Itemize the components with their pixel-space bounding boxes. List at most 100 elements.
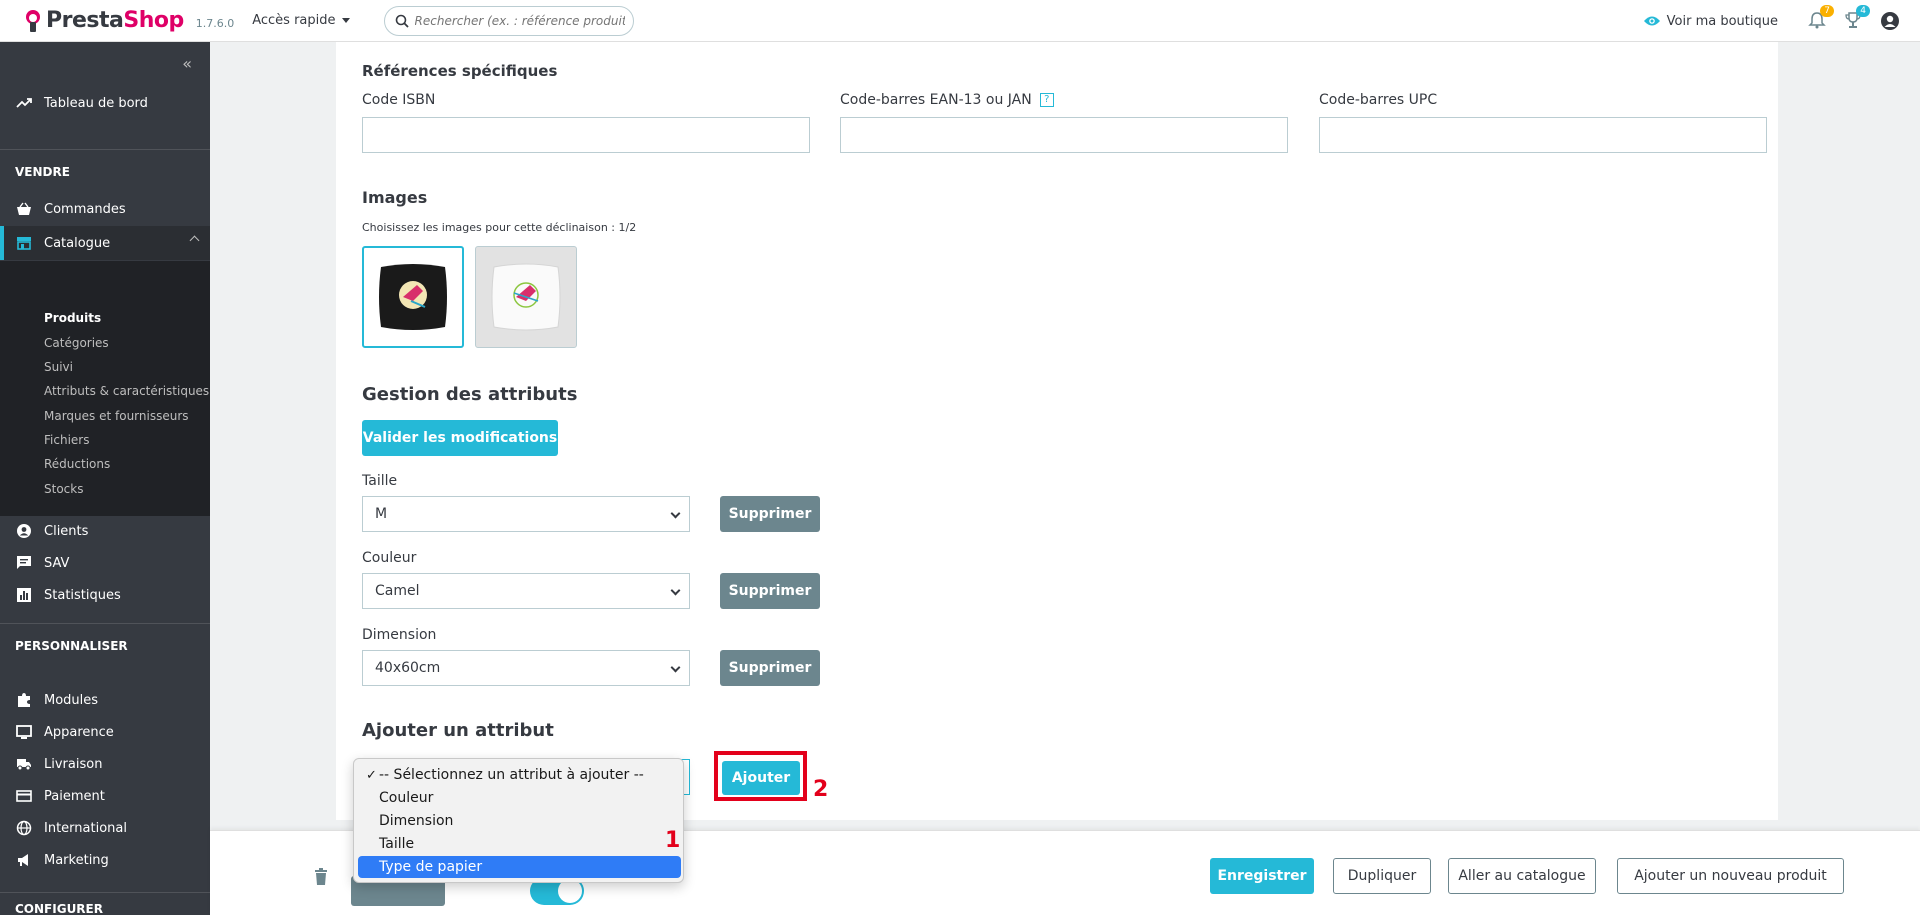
sidebar-item-catalog[interactable]: Catalogue (0, 226, 210, 260)
sidebar-item-customers[interactable]: Clients (0, 516, 210, 546)
trophy-button[interactable]: 4 (1844, 5, 1870, 31)
isbn-input[interactable] (362, 117, 810, 153)
dimension-select-value: 40x60cm (375, 660, 441, 676)
submenu-tracking[interactable]: Suivi (44, 360, 73, 374)
search-input[interactable] (414, 13, 625, 28)
sidebar-item-payment[interactable]: Paiement (0, 781, 210, 811)
submenu-files[interactable]: Fichiers (44, 433, 89, 447)
puzzle-icon (16, 692, 32, 708)
sidebar-item-label: Statistiques (44, 587, 121, 603)
upc-label: Code-barres UPC (1319, 92, 1438, 108)
prestashop-logo[interactable]: PrestaShop 1.7.6.0 (24, 8, 234, 34)
size-select-value: M (375, 506, 388, 522)
images-subtitle: Choisissez les images pour cette déclina… (362, 221, 637, 234)
add-attribute-options-list: ✓ -- Sélectionnez un attribut à ajouter … (353, 758, 684, 883)
delete-color-button[interactable]: Supprimer (720, 573, 820, 609)
sidebar-item-label: Apparence (44, 724, 114, 740)
sidebar-item-label: Paiement (44, 788, 105, 804)
submenu-attributes[interactable]: Attributs & caractéristiques (44, 384, 209, 398)
trash-icon[interactable] (314, 868, 328, 886)
chevron-down-icon (670, 585, 681, 596)
delete-size-button[interactable]: Supprimer (720, 496, 820, 532)
megaphone-icon (16, 852, 32, 868)
truck-icon (16, 756, 32, 772)
sidebar-item-label: Clients (44, 523, 89, 539)
view-shop-label: Voir ma boutique (1666, 13, 1778, 29)
collapse-sidebar-icon[interactable]: « (182, 54, 192, 73)
help-icon[interactable]: ? (1039, 93, 1054, 107)
sidebar-item-shipping[interactable]: Livraison (0, 749, 210, 779)
annotation-step-2: 2 (813, 777, 829, 802)
option-color[interactable]: Couleur (358, 787, 681, 809)
chevron-down-icon (670, 662, 681, 673)
attribute-label-dimension: Dimension (362, 627, 437, 643)
search-icon (395, 14, 409, 28)
annotation-highlight-box (714, 751, 807, 801)
eye-icon (1643, 16, 1660, 26)
submenu-stocks[interactable]: Stocks (44, 482, 83, 496)
dimension-select[interactable]: 40x60cm (362, 650, 690, 686)
puffin-logo-icon (24, 8, 42, 34)
duplicate-button[interactable]: Dupliquer (1333, 858, 1431, 894)
chevron-down-icon (670, 508, 681, 519)
checkmark-icon: ✓ (366, 767, 377, 783)
user-icon (1881, 12, 1899, 30)
option-paper-type[interactable]: Type de papier (358, 856, 681, 878)
delete-dimension-button[interactable]: Supprimer (720, 650, 820, 686)
section-personalize-title: PERSONNALISER (15, 639, 128, 653)
submenu-discounts[interactable]: Réductions (44, 457, 110, 471)
option-placeholder[interactable]: ✓ -- Sélectionnez un attribut à ajouter … (358, 764, 681, 786)
sidebar-item-international[interactable]: International (0, 813, 210, 843)
sidebar-item-label: Modules (44, 692, 99, 708)
sidebar-divider (0, 149, 210, 150)
sidebar-item-stats[interactable]: Statistiques (0, 580, 210, 610)
user-circle-icon (16, 523, 32, 539)
attribute-label-color: Couleur (362, 550, 417, 566)
sidebar-item-modules[interactable]: Modules (0, 685, 210, 715)
go-to-catalog-button[interactable]: Aller au catalogue (1448, 858, 1596, 894)
white-pillow-image (491, 263, 561, 331)
account-button[interactable] (1880, 11, 1900, 31)
sidebar-item-marketing[interactable]: Marketing (0, 845, 210, 875)
size-select[interactable]: M (362, 496, 690, 532)
image-thumbnail[interactable] (475, 246, 577, 348)
sidebar-item-appearance[interactable]: Apparence (0, 717, 210, 747)
image-thumbnail-selected[interactable] (362, 246, 464, 348)
sidebar-item-label: Livraison (44, 756, 103, 772)
save-button[interactable]: Enregistrer (1210, 858, 1314, 894)
option-dimension[interactable]: Dimension (358, 810, 681, 832)
sidebar-item-sav[interactable]: SAV (0, 548, 210, 578)
ean-label: Code-barres EAN-13 ou JAN? (840, 92, 1054, 108)
notification-count-badge: 7 (1820, 5, 1834, 17)
sidebar-divider (0, 623, 210, 624)
combination-form-card: Références spécifiques Code ISBN Code-ba… (336, 42, 1778, 820)
sidebar-item-dashboard[interactable]: Tableau de bord (0, 88, 210, 118)
sidebar-item-label: SAV (44, 555, 70, 571)
basket-icon (16, 201, 32, 217)
view-shop-link[interactable]: Voir ma boutique (1643, 14, 1778, 29)
brand-name: PrestaShop (46, 8, 184, 33)
section-sell-title: VENDRE (15, 165, 70, 179)
isbn-label: Code ISBN (362, 92, 436, 108)
submenu-products[interactable]: Produits (44, 311, 101, 325)
validate-changes-button[interactable]: Valider les modifications (362, 420, 558, 456)
trophy-count-badge: 4 (1856, 5, 1870, 17)
submenu-categories[interactable]: Catégories (44, 336, 109, 350)
quick-access-dropdown[interactable]: Accès rapide (252, 13, 350, 28)
option-label: -- Sélectionnez un attribut à ajouter -- (379, 767, 644, 783)
sidebar: « Tableau de bord VENDRE Commandes Catal… (0, 42, 210, 915)
add-attribute-title: Ajouter un attribut (362, 720, 554, 741)
notifications-button[interactable]: 7 (1808, 5, 1834, 31)
submenu-brands[interactable]: Marques et fournisseurs (44, 409, 189, 423)
color-select[interactable]: Camel (362, 573, 690, 609)
sidebar-item-label: Catalogue (44, 235, 111, 251)
sidebar-item-orders[interactable]: Commandes (0, 194, 210, 224)
quick-access-label: Accès rapide (252, 13, 336, 28)
upc-input[interactable] (1319, 117, 1767, 153)
option-size[interactable]: Taille (358, 833, 681, 855)
sidebar-item-label: Commandes (44, 201, 126, 217)
ean-input[interactable] (840, 117, 1288, 153)
attribute-label-size: Taille (362, 473, 398, 489)
add-new-product-button[interactable]: Ajouter un nouveau produit (1617, 858, 1844, 894)
section-configure-title: CONFIGURER (15, 902, 103, 915)
